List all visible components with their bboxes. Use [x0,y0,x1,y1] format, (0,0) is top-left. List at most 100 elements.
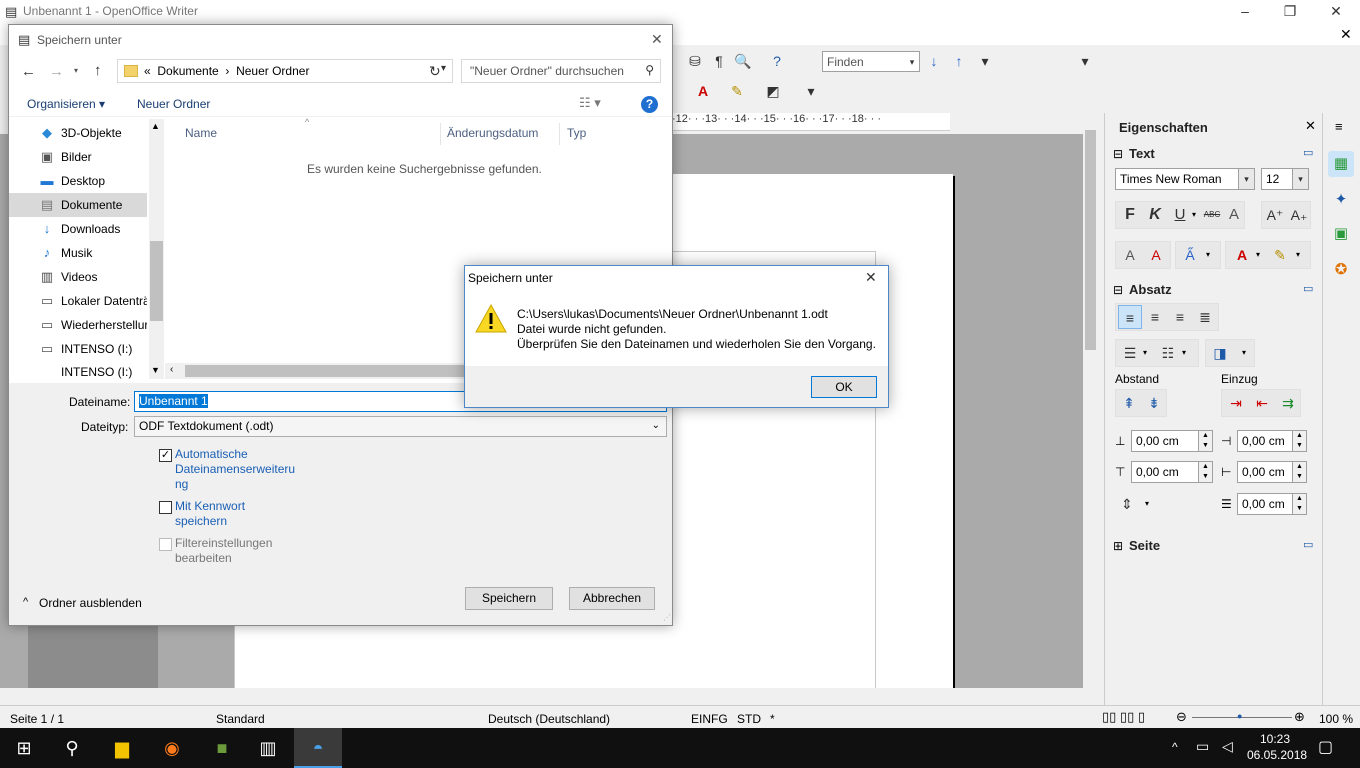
indent-after-field[interactable]: 0,00 cm ▲ ▼ [1237,461,1307,483]
line-spacing-dropdown-icon[interactable]: ▾ [1145,499,1149,508]
address-bar[interactable]: « Dokumente › Neuer Ordner ▾ [117,59,453,83]
find-next-icon[interactable]: ↓ [923,50,945,72]
decrease-spacing-icon[interactable]: ⇟ [1142,391,1166,415]
toolbar-more-icon[interactable]: ▾ [1074,50,1096,72]
grow-font-icon[interactable]: A [1118,243,1142,267]
font-color-dropdown-icon[interactable]: ▾ [1256,250,1260,259]
page-expand-icon[interactable]: ⊞ [1113,539,1123,553]
nav-item-3d-objects[interactable]: ◆ 3D-Objekte [9,121,147,145]
hanging-indent-icon[interactable]: ⇉ [1276,391,1300,415]
superscript-icon[interactable]: A⁺ [1263,203,1287,227]
text-more-options-icon[interactable]: ▭ [1303,146,1313,159]
zoom-out-icon[interactable]: ⊖ [1176,709,1187,725]
increase-spacing-icon[interactable]: ⇞ [1117,391,1141,415]
cancel-button[interactable]: Abbrechen [569,587,655,610]
breadcrumb-overflow[interactable]: « [144,64,151,78]
breadcrumb-separator[interactable]: › [225,64,229,78]
font-color-icon[interactable]: A [692,80,714,102]
vertical-scroll-thumb[interactable] [1085,130,1096,350]
nav-item-intenso[interactable]: ▭ INTENSO (I:) [9,337,147,361]
nav-item-downloads[interactable]: ↓ Downloads [9,217,147,241]
shadow-icon[interactable]: A [1222,203,1246,227]
file-list-scroll-thumb[interactable] [185,365,465,377]
start-windows-icon[interactable]: ⊞ [0,728,48,768]
password-checkbox[interactable] [159,501,172,514]
nav-item-music[interactable]: ♪ Musik [9,241,147,265]
nav-item-local-drive[interactable]: ▭ Lokaler Datenträ [9,289,147,313]
nav-item-videos[interactable]: ▥ Videos [9,265,147,289]
formatting-marks-icon[interactable]: ¶ [708,50,730,72]
document-close-button[interactable]: ✕ [1340,26,1352,43]
decrease-indent-icon[interactable]: ⇤ [1250,391,1274,415]
selection-mode[interactable]: STD [737,712,761,726]
nav-item-pictures[interactable]: ▣ Bilder [9,145,147,169]
column-name[interactable]: Name [185,126,217,140]
spacing-above-field[interactable]: 0,00 cm ▲ ▼ [1131,430,1213,452]
font-size-dropdown-icon[interactable]: ▾ [1292,169,1308,189]
properties-tab-icon[interactable]: ▦ [1328,151,1354,177]
find-dropdown-icon[interactable]: ▾ [901,51,923,73]
font-color-icon[interactable]: A [1230,243,1254,267]
hide-folders-button[interactable]: Ordner ausblenden [39,596,142,610]
highlight-color-icon[interactable]: ✎ [1268,243,1292,267]
paragraph-background-dropdown-icon[interactable]: ▾ [1242,348,1246,357]
scroll-down-icon[interactable]: ▼ [151,365,160,375]
scroll-left-icon[interactable]: ‹ [170,364,173,375]
action-center-icon[interactable]: ▢ [1318,737,1333,757]
shrink-font-icon[interactable]: A [1144,243,1168,267]
highlight-icon[interactable]: ✎ [726,80,748,102]
breadcrumb-documents[interactable]: Dokumente [157,64,218,78]
numbered-list-icon[interactable]: ☷ [1156,341,1180,365]
filetype-select[interactable]: ODF Textdokument (.odt) ⌄ [134,416,667,437]
find-previous-icon[interactable]: ↑ [948,50,970,72]
column-divider[interactable] [440,123,441,145]
save-dialog-close-button[interactable]: ✕ [651,31,663,48]
clock-time[interactable]: 10:23 [1260,732,1290,746]
save-button[interactable]: Speichern [465,587,553,610]
search-icon[interactable]: ⚲ [48,728,96,768]
underline-icon[interactable]: U [1168,203,1192,227]
align-left-icon[interactable]: ≡ [1118,305,1142,329]
insert-mode[interactable]: EINFG [691,712,728,726]
align-right-icon[interactable]: ≡ [1168,305,1192,329]
spacing-below-spinner[interactable]: ▲ ▼ [1198,462,1212,482]
strikethrough-icon[interactable]: ABC [1200,203,1224,227]
language[interactable]: Deutsch (Deutschland) [488,712,610,726]
subscript-icon[interactable]: A₊ [1287,203,1311,227]
sidebar-menu-icon[interactable]: ≡ [1335,119,1343,134]
bullet-list-icon[interactable]: ☰ [1118,341,1142,365]
column-date[interactable]: Änderungsdatum [447,126,538,140]
new-folder-button[interactable]: Neuer Ordner [137,97,210,111]
indent-after-spinner[interactable]: ▲ ▼ [1292,462,1306,482]
auto-extension-checkbox[interactable]: ✓ [159,449,172,462]
increase-indent-icon[interactable]: ⇥ [1224,391,1248,415]
zoom-icon[interactable]: 🔍 [732,50,754,72]
openoffice-taskbar-icon[interactable]: ◓ [294,728,342,768]
font-name-dropdown-icon[interactable]: ▾ [1238,169,1254,189]
navigation-scrollbar[interactable]: ▲ ▼ [149,119,164,379]
chevron-up-icon[interactable]: ^ [23,596,28,608]
resize-grip-icon[interactable]: ⋰ [663,613,671,622]
bullet-list-dropdown-icon[interactable]: ▾ [1143,348,1147,357]
indent-before-spinner[interactable]: ▲ ▼ [1292,431,1306,451]
forward-icon[interactable]: → [49,63,64,80]
styles-tab-icon[interactable]: ✦ [1328,187,1354,213]
address-dropdown-icon[interactable]: ▾ [441,63,446,74]
highlight-dropdown-icon[interactable]: ▾ [1296,250,1300,259]
database-icon[interactable]: ⛁ [684,50,706,72]
nav-item-documents[interactable]: ▤ Dokumente [9,193,147,217]
text-collapse-icon[interactable]: ⊟ [1113,147,1123,161]
search-input[interactable]: "Neuer Ordner" durchsuchen ⚲ [461,59,661,83]
recent-locations-icon[interactable]: ▾ [74,66,78,75]
view-layout-icons[interactable]: ▯▯ ▯▯ ▯ [1102,709,1145,725]
breadcrumb-new-folder[interactable]: Neuer Ordner [236,64,309,78]
character-spacing-icon[interactable]: A̋ [1178,243,1202,267]
firefox-icon[interactable]: ◉ [148,728,196,768]
column-type[interactable]: Typ [567,126,586,140]
organize-button[interactable]: Organisieren ▾ [27,97,105,111]
zoom-level[interactable]: 100 % [1319,712,1353,726]
volume-icon[interactable]: ◁ [1222,738,1233,755]
paragraph-collapse-icon[interactable]: ⊟ [1113,283,1123,297]
clock-date[interactable]: 06.05.2018 [1247,748,1307,762]
paragraph-background-icon[interactable]: ◨ [1208,341,1232,365]
